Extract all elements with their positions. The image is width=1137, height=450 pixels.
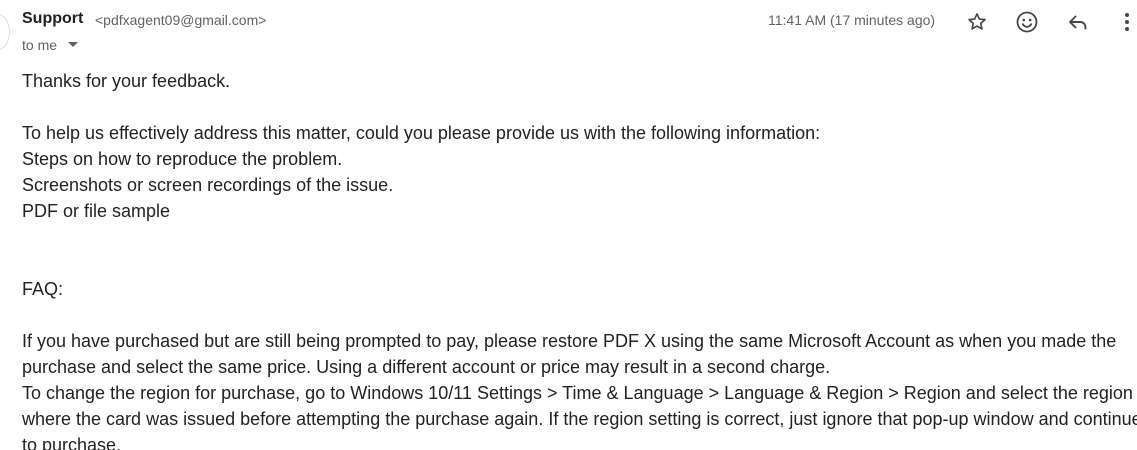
message-body: Thanks for your feedback. To help us eff… (22, 68, 1137, 450)
greeting: Thanks for your feedback. (22, 71, 231, 91)
recipient-label[interactable]: to me (22, 37, 57, 53)
more-vert-icon (1125, 13, 1129, 31)
add-reaction-button[interactable] (1013, 8, 1041, 36)
avatar (0, 14, 10, 50)
star-icon (968, 13, 986, 30)
request-item: PDF or file sample (22, 201, 171, 221)
message-header: Support <pdfxagent09@gmail.com> to me 11… (22, 8, 1137, 58)
sender-name[interactable]: Support (22, 10, 83, 28)
request-intro: To help us effectively address this matt… (22, 123, 821, 143)
request-item: Screenshots or screen recordings of the … (22, 175, 394, 195)
faq-heading: FAQ: (22, 279, 64, 299)
timestamp: 11:41 AM (17 minutes ago) (768, 12, 936, 28)
request-item: Steps on how to reproduce the problem. (22, 149, 343, 169)
more-options-button[interactable] (1113, 8, 1137, 36)
reply-button[interactable] (1064, 8, 1092, 36)
reply-icon (1069, 15, 1087, 30)
faq-item: To change the region for purchase, go to… (22, 383, 1137, 450)
star-button[interactable] (963, 8, 991, 36)
sender-email: <pdfxagent09@gmail.com> (95, 12, 267, 28)
emoji-icon (1016, 11, 1038, 33)
faq-item: If you have purchased but are still bein… (22, 331, 1117, 377)
chevron-down-icon[interactable] (68, 42, 78, 47)
